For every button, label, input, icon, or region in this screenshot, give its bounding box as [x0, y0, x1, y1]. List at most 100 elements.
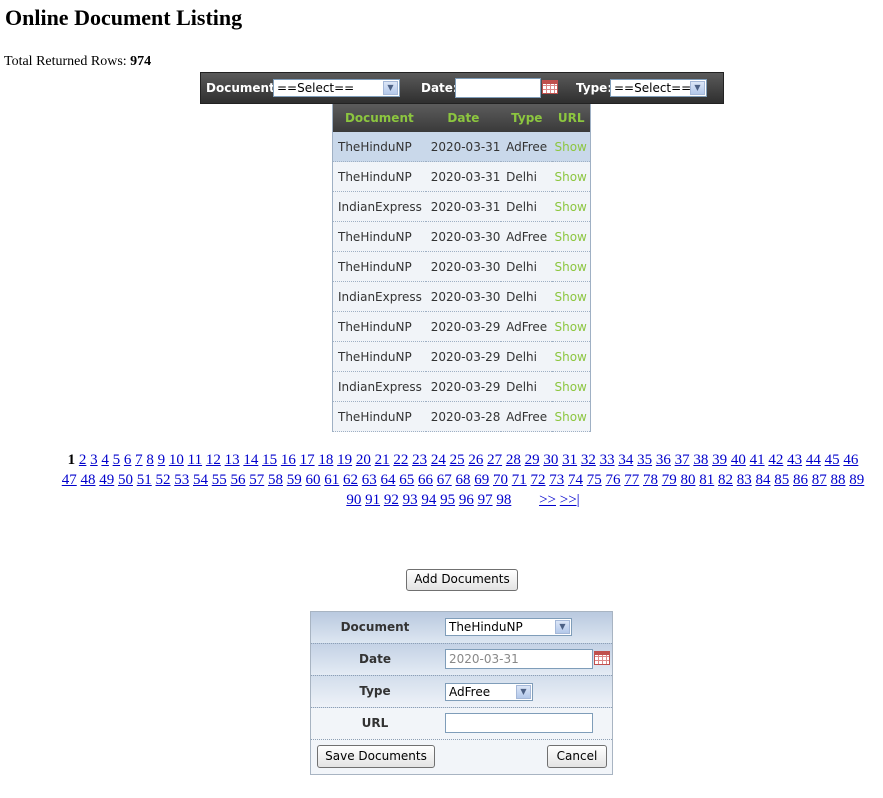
page-link[interactable]: 30 — [543, 452, 558, 468]
calendar-icon[interactable] — [594, 651, 610, 665]
page-link[interactable]: 50 — [118, 472, 133, 488]
show-link[interactable]: Show — [552, 221, 591, 252]
page-link[interactable]: 96 — [459, 492, 474, 508]
page-link[interactable]: 81 — [699, 472, 714, 488]
page-link[interactable]: 9 — [158, 452, 166, 468]
page-link[interactable]: 28 — [506, 452, 521, 468]
page-link[interactable]: 85 — [774, 472, 789, 488]
page-link[interactable]: 29 — [525, 452, 540, 468]
page-link[interactable]: 62 — [343, 472, 358, 488]
page-link[interactable]: 3 — [90, 452, 98, 468]
page-link[interactable]: 69 — [474, 472, 489, 488]
page-link[interactable]: 41 — [750, 452, 765, 468]
page-link[interactable]: 7 — [135, 452, 143, 468]
page-link[interactable]: 58 — [268, 472, 283, 488]
page-link[interactable]: 15 — [262, 452, 277, 468]
next-page-link[interactable]: >> — [539, 492, 556, 508]
page-link[interactable]: 74 — [568, 472, 583, 488]
page-link[interactable]: 72 — [531, 472, 546, 488]
page-link[interactable]: 55 — [212, 472, 227, 488]
page-link[interactable]: 64 — [381, 472, 396, 488]
page-link[interactable]: 97 — [478, 492, 493, 508]
page-link[interactable]: 87 — [812, 472, 827, 488]
page-link[interactable]: 76 — [606, 472, 621, 488]
page-link[interactable]: 43 — [787, 452, 802, 468]
page-link[interactable]: 33 — [600, 452, 615, 468]
show-link[interactable]: Show — [552, 341, 591, 372]
page-link[interactable]: 6 — [124, 452, 132, 468]
page-link[interactable]: 95 — [440, 492, 455, 508]
page-link[interactable]: 24 — [431, 452, 446, 468]
page-link[interactable]: 89 — [849, 472, 864, 488]
filter-document-select[interactable]: ==Select== ▼ — [273, 79, 400, 97]
page-link[interactable]: 36 — [656, 452, 671, 468]
save-documents-button[interactable]: Save Documents — [317, 745, 435, 768]
page-link[interactable]: 75 — [587, 472, 602, 488]
page-link[interactable]: 48 — [81, 472, 96, 488]
page-link[interactable]: 66 — [418, 472, 433, 488]
page-link[interactable]: 71 — [512, 472, 527, 488]
page-link[interactable]: 39 — [712, 452, 727, 468]
form-url-input[interactable] — [445, 713, 593, 733]
page-link[interactable]: 54 — [193, 472, 208, 488]
page-link[interactable]: 84 — [756, 472, 771, 488]
form-date-input[interactable]: 2020-03-31 — [445, 649, 593, 669]
page-link[interactable]: 59 — [287, 472, 302, 488]
page-link[interactable]: 93 — [403, 492, 418, 508]
page-link[interactable]: 34 — [618, 452, 633, 468]
page-link[interactable]: 31 — [562, 452, 577, 468]
page-link[interactable]: 12 — [206, 452, 221, 468]
page-link[interactable]: 5 — [113, 452, 121, 468]
page-link[interactable]: 53 — [174, 472, 189, 488]
page-link[interactable]: 37 — [675, 452, 690, 468]
page-link[interactable]: 4 — [101, 452, 109, 468]
page-link[interactable]: 98 — [496, 492, 511, 508]
page-link[interactable]: 44 — [806, 452, 821, 468]
page-link[interactable]: 73 — [549, 472, 564, 488]
page-link[interactable]: 18 — [318, 452, 333, 468]
page-link[interactable]: 83 — [737, 472, 752, 488]
page-link[interactable]: 56 — [231, 472, 246, 488]
filter-date-input[interactable] — [455, 78, 541, 98]
page-link[interactable]: 57 — [249, 472, 264, 488]
last-page-link[interactable]: >>| — [560, 492, 580, 508]
page-link[interactable]: 68 — [456, 472, 471, 488]
filter-type-select[interactable]: ==Select== ▼ — [610, 79, 707, 97]
page-link[interactable]: 70 — [493, 472, 508, 488]
page-link[interactable]: 51 — [137, 472, 152, 488]
page-link[interactable]: 49 — [99, 472, 114, 488]
page-link[interactable]: 67 — [437, 472, 452, 488]
show-link[interactable]: Show — [552, 251, 591, 282]
form-document-select[interactable]: TheHinduNP ▼ — [445, 618, 572, 636]
page-link[interactable]: 11 — [188, 452, 202, 468]
page-link[interactable]: 35 — [637, 452, 652, 468]
page-link[interactable]: 79 — [662, 472, 677, 488]
show-link[interactable]: Show — [552, 281, 591, 312]
page-link[interactable]: 65 — [399, 472, 414, 488]
page-link[interactable]: 82 — [718, 472, 733, 488]
page-link[interactable]: 13 — [225, 452, 240, 468]
show-link[interactable]: Show — [552, 191, 591, 222]
page-link[interactable]: 88 — [831, 472, 846, 488]
page-link[interactable]: 27 — [487, 452, 502, 468]
page-link[interactable]: 10 — [169, 452, 184, 468]
page-link[interactable]: 26 — [468, 452, 483, 468]
page-link[interactable]: 42 — [768, 452, 783, 468]
page-link[interactable]: 46 — [843, 452, 858, 468]
page-link[interactable]: 92 — [384, 492, 399, 508]
cancel-button[interactable]: Cancel — [547, 745, 607, 768]
page-link[interactable]: 16 — [281, 452, 296, 468]
page-link[interactable]: 45 — [825, 452, 840, 468]
show-link[interactable]: Show — [552, 371, 591, 402]
page-link[interactable]: 86 — [793, 472, 808, 488]
page-link[interactable]: 90 — [346, 492, 361, 508]
page-link[interactable]: 63 — [362, 472, 377, 488]
page-link[interactable]: 8 — [146, 452, 154, 468]
page-link[interactable]: 52 — [156, 472, 171, 488]
page-link[interactable]: 78 — [643, 472, 658, 488]
page-link[interactable]: 60 — [306, 472, 321, 488]
page-link[interactable]: 22 — [393, 452, 408, 468]
show-link[interactable]: Show — [552, 132, 591, 162]
page-link[interactable]: 91 — [365, 492, 380, 508]
page-link[interactable]: 19 — [337, 452, 352, 468]
